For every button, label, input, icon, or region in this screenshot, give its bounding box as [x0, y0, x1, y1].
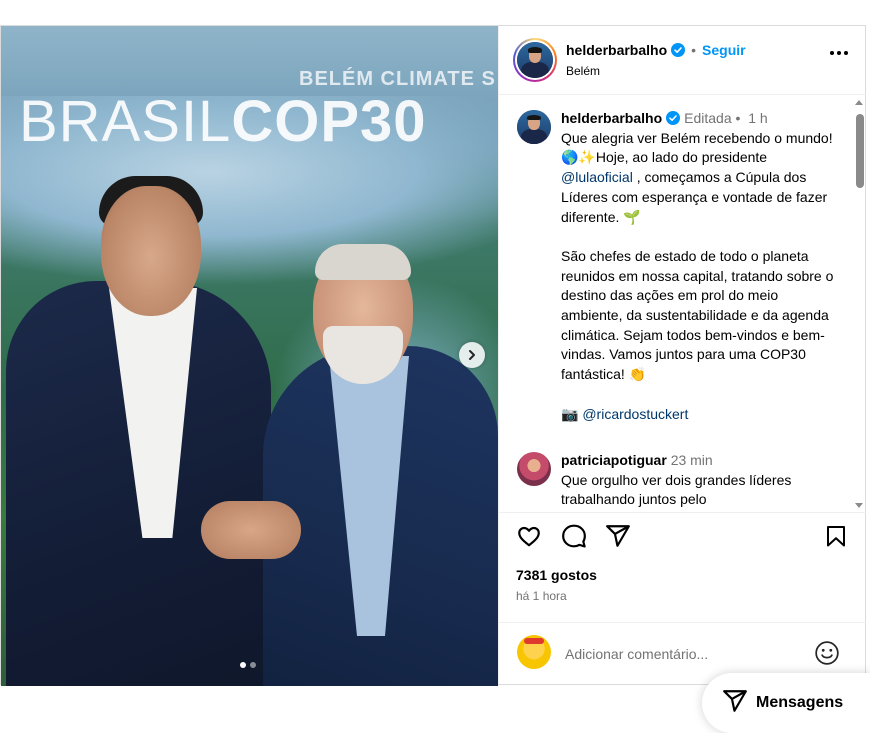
- chevron-right-icon: [469, 350, 475, 360]
- scroll-down-arrow-icon[interactable]: [855, 503, 863, 508]
- emoji-icon[interactable]: [814, 640, 840, 666]
- follow-button[interactable]: Seguir: [702, 42, 746, 58]
- comment-time: 23 min: [670, 452, 713, 468]
- comment: patriciapotiguar 23 min Que orgulho ver …: [561, 451, 837, 510]
- messages-label: Mensagens: [756, 694, 844, 711]
- comment-avatar[interactable]: [517, 452, 551, 486]
- post-actions: [499, 513, 866, 559]
- more-dot-icon: [844, 51, 848, 55]
- story-ring[interactable]: [513, 38, 557, 82]
- edited-label: Editada: [684, 110, 732, 126]
- camera-icon: 📷: [561, 405, 579, 422]
- carousel-indicator: [240, 662, 256, 668]
- avatar[interactable]: [517, 42, 553, 78]
- photo-credit-link[interactable]: @ricardostuckert: [582, 406, 688, 422]
- person-right-hair: [315, 244, 411, 280]
- banner-title-light: BRASIL: [19, 89, 232, 154]
- carousel-dot-active: [240, 662, 246, 668]
- scroll-up-arrow-icon[interactable]: [855, 100, 863, 105]
- likes-count[interactable]: 7381 gostos: [516, 567, 597, 583]
- scrollbar-thumb[interactable]: [856, 114, 864, 188]
- mention-link[interactable]: @lulaoficial: [561, 169, 633, 185]
- comment-icon[interactable]: [561, 523, 587, 549]
- more-options-button[interactable]: [830, 51, 848, 55]
- caption-time[interactable]: 1 h: [748, 110, 767, 126]
- caption-text-2: São chefes de estado de todo o planeta r…: [561, 247, 838, 383]
- caption-text-1a: Que alegria ver Belém recebendo o mundo!…: [561, 129, 837, 166]
- caption: helderbarbalho Editada • 1 h Que alegria …: [561, 109, 837, 424]
- more-dot-icon: [830, 51, 834, 55]
- header-username[interactable]: helderbarbalho: [566, 42, 667, 58]
- banner-title: BRASILCOP30: [19, 88, 427, 155]
- messenger-icon: [723, 690, 747, 712]
- share-icon[interactable]: [605, 523, 631, 549]
- carousel-dot: [250, 662, 256, 668]
- post-side-panel: helderbarbalho • Seguir Belém helderbarb…: [498, 26, 866, 684]
- comment-input[interactable]: [565, 644, 785, 664]
- header-user-row: helderbarbalho • Seguir: [566, 42, 746, 58]
- heart-icon[interactable]: [516, 523, 542, 549]
- post-dialog: BELÉM CLIMATE S BRASILCOP30 helderbarbal…: [0, 25, 866, 686]
- post-media[interactable]: BELÉM CLIMATE S BRASILCOP30: [1, 26, 498, 686]
- caption-avatar[interactable]: [517, 110, 551, 144]
- post-header: helderbarbalho • Seguir Belém: [499, 26, 866, 95]
- post-time: há 1 hora: [516, 589, 567, 603]
- comments-scrollbar[interactable]: [853, 96, 866, 512]
- person-left-head: [101, 186, 201, 316]
- banner-title-bold: COP30: [231, 89, 427, 154]
- verified-badge-icon: [671, 43, 686, 57]
- bookmark-icon[interactable]: [824, 523, 848, 549]
- messages-button[interactable]: Mensagens: [702, 673, 870, 733]
- comments-list[interactable]: helderbarbalho Editada • 1 h Que alegria …: [499, 96, 866, 513]
- more-dot-icon: [837, 51, 841, 55]
- location-link[interactable]: Belém: [566, 64, 600, 78]
- current-user-avatar: [517, 635, 551, 669]
- handshake: [201, 501, 301, 559]
- comment-username[interactable]: patriciapotiguar: [561, 452, 667, 468]
- header-separator: •: [691, 42, 697, 58]
- verified-badge-icon: [666, 111, 681, 125]
- caption-username[interactable]: helderbarbalho: [561, 110, 662, 126]
- comment-text: Que orgulho ver dois grandes líderes tra…: [561, 471, 792, 508]
- carousel-next-button[interactable]: [459, 342, 485, 368]
